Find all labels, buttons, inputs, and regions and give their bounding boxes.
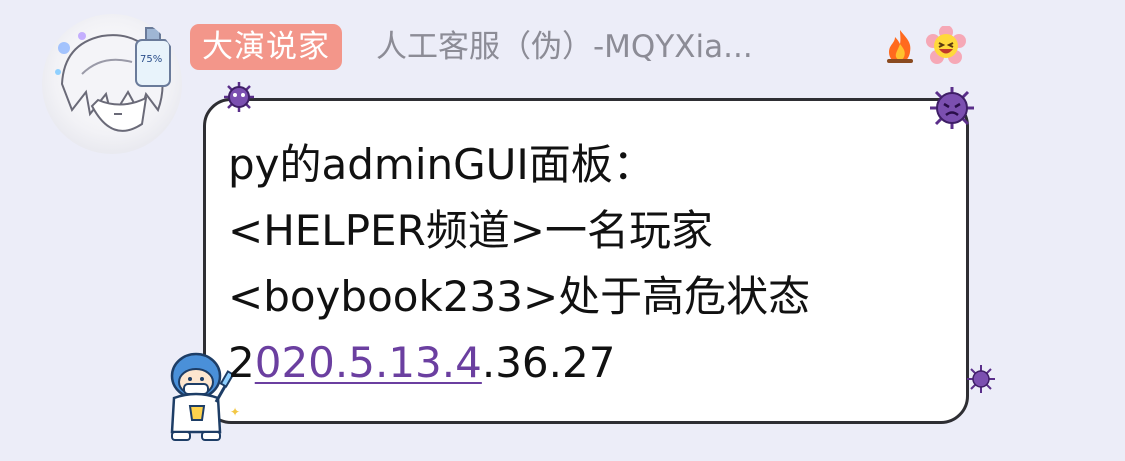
svg-text:75%: 75% [140, 54, 162, 65]
svg-text:✦: ✦ [230, 405, 240, 419]
flower-laugh-icon [926, 26, 966, 64]
title-badge: 大演说家 [190, 24, 342, 70]
virus-icon [930, 87, 974, 129]
phone-number-link[interactable]: 020.5.13.4 [255, 338, 482, 387]
virus-icon [967, 365, 995, 393]
message-line: <boybook233>处于高危状态 [228, 272, 811, 321]
message-line: 2020.5.13.4.36.27 [228, 337, 615, 389]
message-line: py的adminGUI面板： [228, 140, 655, 189]
message-text: .36.27 [481, 338, 616, 387]
virus-icon [224, 82, 254, 112]
anime-avatar-icon: 75% [55, 27, 171, 132]
sender-name[interactable]: 人工客服（伪）-MQYXia... [376, 24, 753, 70]
message-line: <HELPER频道>一名玩家 [228, 206, 713, 255]
message-text: 2 [228, 338, 255, 387]
chat-message: 75% 大演说家 人工客服（伪）-MQYXia... ✦ py的adminGUI… [0, 0, 1125, 461]
fire-icon [887, 30, 913, 63]
sender-avatar[interactable]: 75% [42, 14, 182, 154]
